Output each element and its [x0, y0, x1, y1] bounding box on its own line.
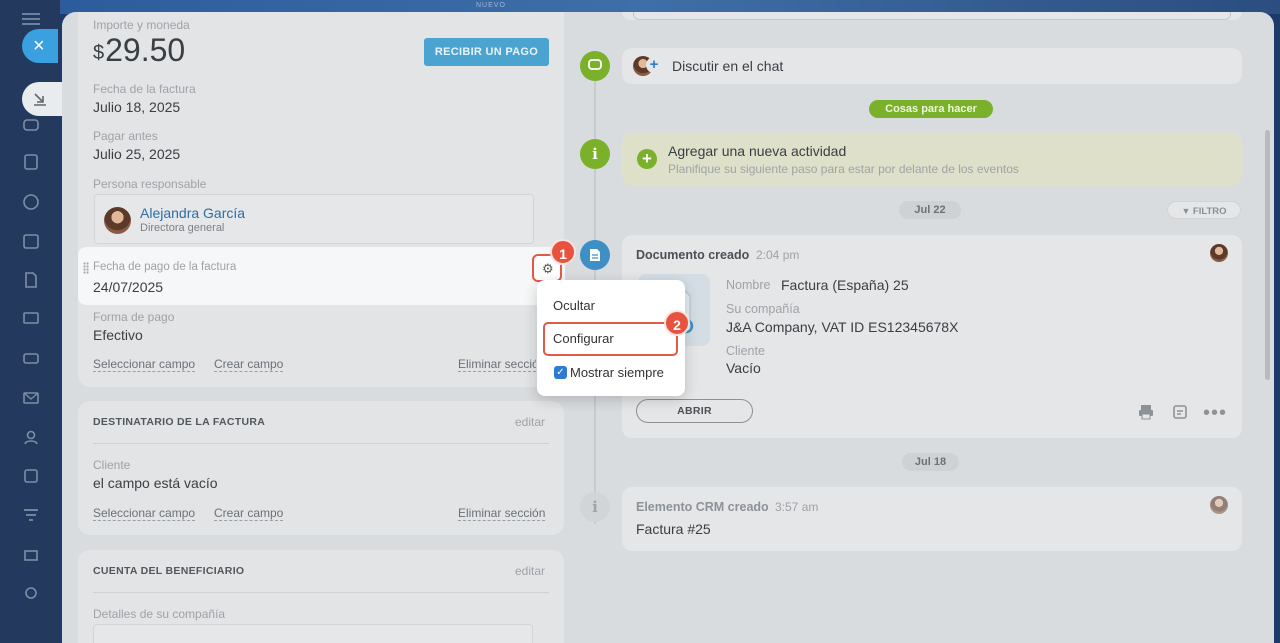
avatar [104, 207, 131, 234]
contacts-icon[interactable] [21, 427, 41, 447]
beneficiary-title: CUENTA DEL BENEFICIARIO [93, 565, 245, 577]
pay-before-value[interactable]: Julio 25, 2025 [93, 146, 180, 162]
select-field-link[interactable]: Seleccionar campo [93, 507, 196, 521]
tasks-icon[interactable] [21, 152, 41, 172]
avatar [1210, 244, 1228, 262]
beneficiary-edit-link[interactable]: editar [515, 564, 545, 578]
date-pill-jul18: Jul 18 [902, 453, 959, 471]
print-icon[interactable] [1137, 403, 1155, 421]
payment-date-field-row[interactable] [78, 247, 565, 305]
left-column: Importe y moneda $29.50 RECIBIR UN PAGO … [78, 12, 564, 643]
comment-input[interactable] [633, 12, 1231, 20]
panel-tab[interactable] [22, 82, 62, 116]
info-icon: i [580, 139, 610, 169]
crm-created-title: Elemento CRM creado [636, 500, 769, 514]
settings-icon[interactable] [21, 583, 41, 603]
discuss-chat-text[interactable]: Discutir en el chat [672, 58, 783, 74]
payment-method-value[interactable]: Efectivo [93, 327, 143, 343]
document-icon[interactable] [21, 270, 41, 290]
mail-icon[interactable] [21, 388, 41, 408]
add-activity-subtitle: Planifique su siguiente paso para estar … [668, 162, 1019, 176]
checklist-icon[interactable] [21, 466, 41, 486]
amount-value: $29.50 [93, 32, 185, 69]
recipient-edit-link[interactable]: editar [515, 415, 545, 429]
filter-icon: ▼ [1181, 206, 1193, 216]
date-pill-jul22: Jul 22 [899, 201, 961, 219]
client-label: Cliente [93, 458, 131, 472]
create-field-link[interactable]: Crear campo [214, 358, 284, 372]
company-details-label: Detalles de su compañía [93, 607, 226, 621]
todo-pill: Cosas para hacer [869, 100, 993, 118]
client-value[interactable]: el campo está vacío [93, 475, 218, 491]
crm-created-time: 3:57 am [775, 500, 819, 514]
document-created-time: 2:04 pm [756, 248, 800, 262]
receive-payment-button[interactable]: RECIBIR UN PAGO [424, 38, 549, 66]
add-icon[interactable]: + [646, 57, 662, 73]
company-label: Su compañía [726, 302, 800, 316]
responsible-name-link[interactable]: Alejandra García [140, 205, 245, 221]
responsible-title: Directora general [140, 222, 225, 234]
client-value: Vacío [726, 360, 761, 376]
store-icon[interactable] [21, 544, 41, 564]
payment-date-label: Fecha de pago de la factura [93, 261, 237, 273]
add-activity-icon[interactable]: + [637, 149, 657, 169]
step-badge-2: 2 [664, 310, 690, 336]
company-value: J&A Company, VAT ID ES12345678X [726, 319, 959, 335]
calendar-icon[interactable] [21, 231, 41, 251]
filter-label: FILTRO [1192, 206, 1227, 217]
gear-icon: ⚙ [542, 261, 554, 276]
document-created-icon [580, 240, 610, 270]
divider [93, 592, 549, 593]
select-field-link[interactable]: Seleccionar campo [93, 358, 196, 372]
drag-handle-icon[interactable] [83, 262, 89, 274]
menu-item-configure[interactable]: Configurar [553, 331, 614, 346]
card-icon[interactable] [21, 348, 41, 368]
open-document-button[interactable]: ABRIR [636, 399, 753, 423]
filter-button[interactable]: ▼ FILTRO [1167, 201, 1241, 219]
invoice-reference: Factura #25 [636, 521, 711, 537]
pay-before-label: Pagar antes [93, 129, 158, 143]
payment-date-value[interactable]: 24/07/2025 [93, 279, 163, 295]
create-field-link[interactable]: Crear campo [214, 507, 284, 521]
new-badge: NUEVO [476, 2, 506, 9]
note-icon[interactable] [1172, 404, 1188, 420]
delete-section-link[interactable]: Eliminar sección [458, 358, 536, 372]
invoice-date-value[interactable]: Julio 18, 2025 [93, 99, 180, 115]
menu-icon[interactable] [22, 13, 40, 25]
close-slider-button[interactable]: × [22, 29, 58, 63]
monitor-icon[interactable] [21, 309, 41, 329]
currency-symbol: $ [93, 42, 105, 64]
document-created-title: Documento creado [636, 248, 750, 262]
delete-section-link[interactable]: Eliminar sección [458, 507, 546, 521]
responsible-label: Persona responsable [93, 177, 207, 191]
amount-label: Importe y moneda [93, 18, 190, 32]
divider [93, 443, 549, 444]
add-activity-card[interactable] [622, 133, 1242, 186]
company-details-box[interactable] [93, 624, 533, 643]
more-icon[interactable]: ••• [1203, 402, 1227, 425]
info-icon: i [580, 492, 610, 522]
step-badge-1: 1 [550, 239, 576, 265]
payment-method-label: Forma de pago [93, 310, 175, 324]
always-show-checkbox[interactable]: ✓ [554, 366, 567, 379]
client-label: Cliente [726, 344, 765, 358]
add-activity-title[interactable]: Agregar una nueva actividad [668, 143, 846, 159]
avatar [1210, 496, 1228, 514]
menu-item-always-show[interactable]: Mostrar siempre [570, 365, 664, 380]
chat-bubble-icon [580, 51, 610, 81]
target-icon[interactable] [21, 192, 41, 212]
amount-number: 29.50 [105, 32, 186, 68]
chat-icon[interactable] [21, 116, 41, 136]
download-icon [34, 93, 46, 106]
crm-created-card [622, 487, 1242, 551]
filter-icon[interactable] [21, 505, 41, 525]
recipient-title: DESTINATARIO DE LA FACTURA [93, 416, 266, 428]
menu-item-hide[interactable]: Ocultar [553, 298, 595, 313]
name-label: Nombre [726, 278, 771, 292]
scrollbar[interactable] [1265, 130, 1270, 380]
invoice-date-label: Fecha de la factura [93, 82, 196, 96]
name-value: Factura (España) 25 [781, 277, 909, 293]
